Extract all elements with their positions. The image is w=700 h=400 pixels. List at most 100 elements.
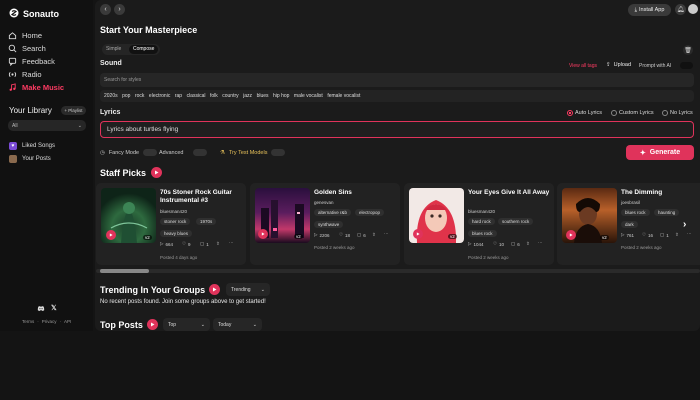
generate-button[interactable]: ✦ Generate [626,145,694,160]
toggle-switch[interactable] [143,149,158,156]
play-button[interactable] [258,229,268,239]
terms-link[interactable]: Terms [22,319,34,324]
song-tag[interactable]: stoner rock [160,218,191,225]
like-button[interactable]: ♡ 18 [339,232,350,238]
lyrics-input[interactable]: Lyrics about turtles flying [100,121,694,138]
comment-button[interactable]: ▢ 6 [511,241,520,247]
style-tag[interactable]: electronic [149,93,170,99]
song-title[interactable]: Your Eyes Give It All Away [468,189,550,197]
song-tag[interactable]: dark [621,221,638,228]
play-button[interactable] [106,230,116,240]
auto-lyrics-radio[interactable]: Auto Lyrics [567,110,602,116]
install-app-button[interactable]: ⤓ Install App [628,4,671,16]
comment-button[interactable]: ▢ 1 [200,241,209,247]
api-link[interactable]: API [64,319,71,324]
view-all-tags-link[interactable]: View all tags [569,63,597,69]
style-tag[interactable]: folk [210,93,218,99]
song-title[interactable]: 70s Stoner Rock Guitar Instrumental #3 [160,189,242,205]
add-playlist-button[interactable]: + Playlist [61,106,86,115]
discord-icon[interactable] [37,305,45,312]
more-options-button[interactable]: ··· [384,231,389,236]
song-card[interactable]: v2 The Dimming joesbrasil blues rock hau… [557,183,700,265]
song-tag[interactable]: alternative r&b [314,209,352,216]
test-models-toggle[interactable]: ⚗ Try Test Models [220,149,286,156]
nav-search[interactable]: Search [8,42,46,54]
song-author[interactable]: bluesman420 [468,209,495,214]
like-button[interactable]: ♡ 10 [493,241,504,247]
song-tag[interactable]: 1970s [196,218,217,225]
more-options-button[interactable]: ··· [229,240,234,245]
back-button[interactable]: ‹ [100,4,111,15]
comment-button[interactable]: ▢ 6 [357,232,366,238]
x-twitter-icon[interactable]: 𝕏 [51,304,57,312]
share-button[interactable]: ⇧ [372,232,376,238]
play-button[interactable] [413,229,423,239]
song-author[interactable]: bluesman420 [160,209,187,214]
tab-compose[interactable]: Compose [129,45,159,54]
advanced-toggle[interactable]: Advanced [159,149,208,156]
avatar[interactable] [688,4,698,14]
library-filter-select[interactable]: All ⌄ [8,120,86,131]
notifications-button[interactable]: 🔔︎ [675,4,686,15]
library-item-liked-songs[interactable]: ♥ Liked Songs [9,141,55,151]
style-search-input[interactable]: Search for styles [100,73,694,87]
style-tag[interactable]: rock [135,93,144,99]
share-button[interactable]: ⇧ [675,232,679,238]
song-tag[interactable]: hard rock [468,218,495,225]
fancy-mode-toggle[interactable]: ◷ Fancy Mode [100,149,158,156]
style-tag[interactable]: male vocalist [294,93,323,99]
song-title[interactable]: The Dimming [621,189,700,197]
style-tag[interactable]: 2020s [104,93,118,99]
nav-make-music[interactable]: Make Music [8,81,64,93]
toggle-switch[interactable] [193,149,208,156]
nav-feedback[interactable]: Feedback [8,55,55,67]
song-author[interactable]: genesvan [314,200,334,205]
staff-picks-play-button[interactable] [151,167,162,178]
custom-lyrics-radio[interactable]: Custom Lyrics [611,110,654,116]
song-card[interactable]: v2 70s Stoner Rock Guitar Instrumental #… [96,183,246,265]
play-button[interactable] [566,230,576,240]
nav-radio[interactable]: Radio [8,68,42,80]
style-tag[interactable]: female vocalist [327,93,360,99]
song-card[interactable]: v2 Golden Sins genesvan alternative r&b … [250,183,400,265]
prompt-ai-toggle[interactable] [680,62,693,69]
toggle-switch[interactable] [271,149,286,156]
style-tag[interactable]: pop [122,93,130,99]
trending-play-button[interactable] [209,284,220,295]
top-posts-period-select[interactable]: Today ⌄ [213,318,262,331]
library-item-your-posts[interactable]: Your Posts [9,154,51,164]
share-button[interactable]: ⇧ [216,241,220,247]
song-author[interactable]: joesbrasil [621,200,640,205]
carousel-scrollbar[interactable] [96,269,700,273]
nav-home[interactable]: Home [8,29,42,41]
carousel-next-button[interactable]: › [683,219,686,230]
more-options-button[interactable]: ··· [538,240,543,245]
privacy-link[interactable]: Privacy [42,319,57,324]
style-tag[interactable]: classical [187,93,206,99]
carousel-scrollbar-thumb[interactable] [100,269,149,273]
top-posts-sort-select[interactable]: Top ⌄ [163,318,210,331]
forward-button[interactable]: › [114,4,125,15]
style-tag[interactable]: rap [175,93,182,99]
comment-button[interactable]: ▢ 1 [660,232,669,238]
song-tag[interactable]: electropop [355,209,385,216]
more-options-button[interactable]: ··· [687,231,692,236]
no-lyrics-radio[interactable]: No Lyrics [662,110,693,116]
top-posts-play-button[interactable] [147,319,158,330]
song-tag[interactable]: haunting [654,209,680,216]
like-button[interactable]: ♡ 16 [642,232,653,238]
share-button[interactable]: ⇧ [526,241,530,247]
style-tag[interactable]: blues [257,93,269,99]
song-tag[interactable]: blues rock [621,209,650,216]
song-tag[interactable]: heavy blues [160,230,193,237]
app-name[interactable]: Sonauto [23,9,59,19]
tab-simple[interactable]: Simple [106,46,121,52]
song-tag[interactable]: blues rock [468,230,497,237]
trending-sort-select[interactable]: Trending ⌄ [226,283,270,296]
song-tag[interactable]: synthwave [314,221,344,228]
song-card[interactable]: v2 Your Eyes Give It All Away bluesman42… [404,183,554,265]
trash-icon[interactable]: 🗑︎ [683,45,693,55]
style-tag[interactable]: jazz [243,93,252,99]
like-button[interactable]: ♡ 9 [182,241,191,247]
upload-button[interactable]: ⇪ Upload [606,62,631,68]
